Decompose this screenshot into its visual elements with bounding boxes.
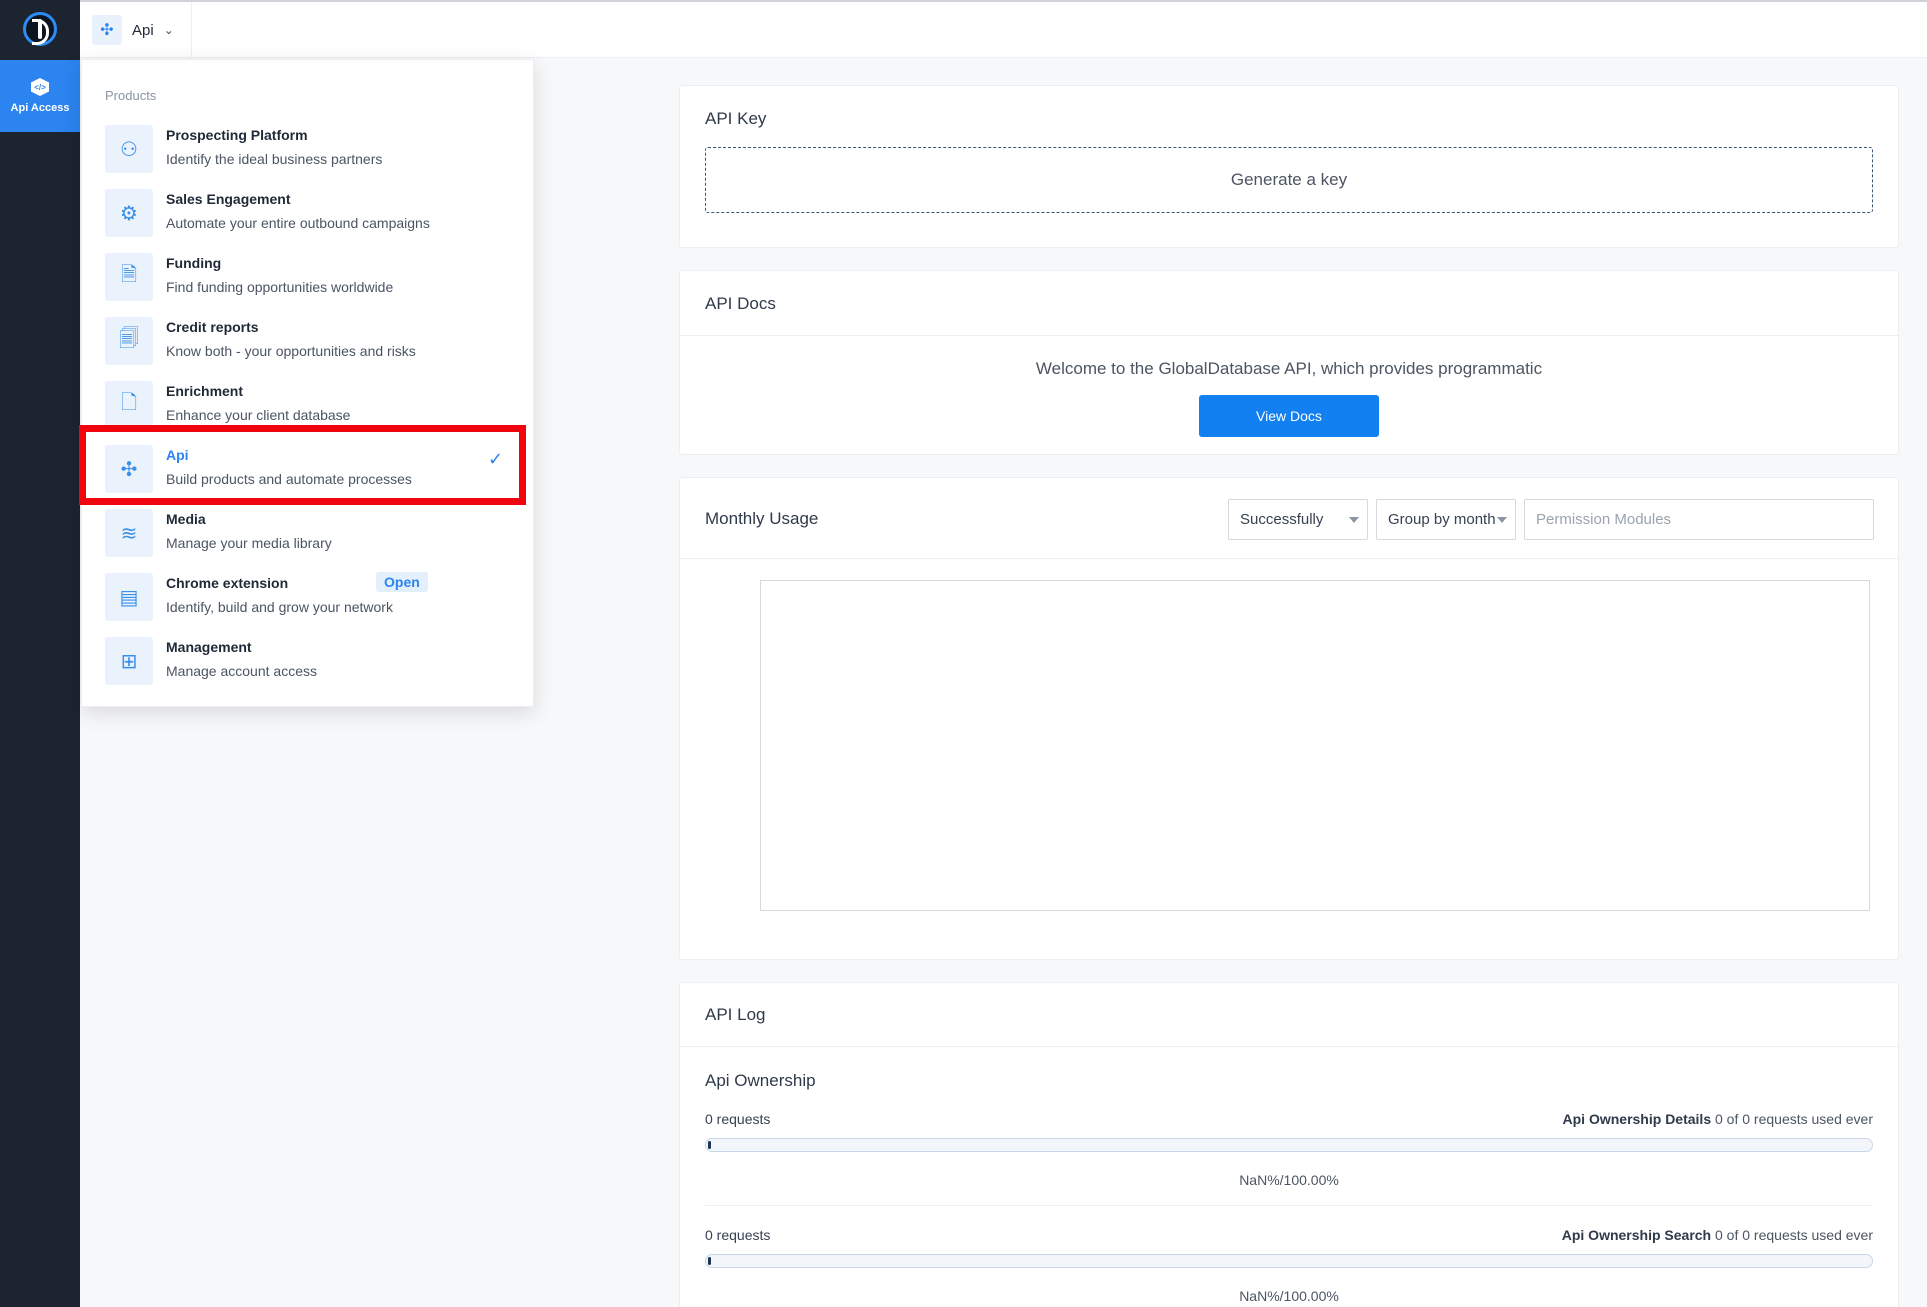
usage-progress-bar [705, 1138, 1873, 1152]
group-by-select[interactable]: Group by month [1376, 499, 1516, 540]
endpoint-name: Api Ownership Details [1562, 1111, 1712, 1127]
status-select-value: Successfully [1240, 511, 1324, 528]
caret-down-icon [1349, 517, 1359, 523]
enrichment-icon: 🗋 [105, 381, 153, 429]
usage-text: 0 of 0 requests used ever [1715, 1111, 1873, 1127]
api-ownership-title: Api Ownership [705, 1071, 816, 1090]
sidebar-item-label: Api Access [10, 102, 70, 114]
product-subtitle: Automate your entire outbound campaigns [166, 215, 430, 231]
product-subtitle: Manage account access [166, 663, 317, 679]
product-title: Management [166, 639, 252, 655]
api-key-title: API Key [705, 109, 767, 128]
chrome-extension-icon: ▤ [105, 573, 153, 621]
product-title: Funding [166, 255, 222, 271]
monthly-usage-card: Monthly Usage Successfully Group by mont… [679, 477, 1899, 960]
api-docs-welcome-text: Welcome to the GlobalDatabase API, which… [1035, 359, 1543, 378]
code-hex-icon: </> [31, 78, 49, 96]
usage-text: 0 of 0 requests used ever [1715, 1227, 1873, 1243]
product-item-funding[interactable]: 🗎 Funding Find funding opportunities wor… [105, 251, 515, 301]
app-logo[interactable] [0, 0, 80, 58]
product-item-prospecting[interactable]: ⚇ Prospecting Platform Identify the idea… [105, 123, 515, 173]
api-key-card: API Key Generate a key [679, 85, 1899, 248]
highlight-box [79, 425, 526, 505]
divider [680, 558, 1898, 559]
usage-percent: NaN%/100.00% [1239, 1288, 1339, 1304]
product-subtitle: Know both - your opportunities and risks [166, 343, 416, 359]
api-docs-card: API Docs Welcome to the GlobalDatabase A… [679, 270, 1899, 455]
open-badge[interactable]: Open [376, 572, 428, 592]
usage-progress-bar [705, 1254, 1873, 1268]
product-item-enrichment[interactable]: 🗋 Enrichment Enhance your client databas… [105, 379, 515, 429]
divider [680, 1046, 1898, 1047]
caret-down-icon [1497, 517, 1507, 523]
group-by-select-value: Group by month [1388, 511, 1496, 528]
api-log-title: API Log [705, 1005, 766, 1024]
product-item-media[interactable]: ≋ Media Manage your media library [105, 507, 515, 557]
requests-count: 0 requests [705, 1227, 771, 1243]
products-dropdown: Products ⚇ Prospecting Platform Identify… [81, 59, 534, 707]
product-item-credit-reports[interactable]: 🗐 Credit reports Know both - your opport… [105, 315, 515, 365]
product-switcher[interactable]: ✣ Api ⌄ [80, 2, 192, 58]
usage-percent: NaN%/100.00% [1239, 1172, 1339, 1188]
generate-key-button[interactable]: Generate a key [705, 147, 1873, 213]
product-switcher-label: Api [132, 21, 154, 39]
product-subtitle: Identify the ideal business partners [166, 151, 383, 167]
divider [680, 335, 1898, 336]
product-title: Prospecting Platform [166, 127, 308, 143]
view-docs-button[interactable]: View Docs [1199, 395, 1379, 437]
product-item-management[interactable]: ⊞ Management Manage account access [105, 635, 515, 685]
product-item-sales-engagement[interactable]: ⚙ Sales Engagement Automate your entire … [105, 187, 515, 237]
monthly-usage-title: Monthly Usage [705, 509, 819, 528]
product-title: Chrome extension [166, 575, 289, 591]
dropdown-heading: Products [105, 88, 157, 103]
status-select[interactable]: Successfully [1228, 499, 1368, 540]
prospecting-icon: ⚇ [105, 125, 153, 173]
logo-icon [23, 12, 57, 46]
product-subtitle: Manage your media library [166, 535, 332, 551]
api-docs-title: API Docs [705, 294, 776, 313]
top-bar: ✣ Api ⌄ [80, 0, 1927, 58]
media-layers-icon: ≋ [105, 509, 153, 557]
product-title: Sales Engagement [166, 191, 291, 207]
product-item-chrome-extension[interactable]: ▤ Chrome extension Open Identify, build … [105, 571, 515, 621]
permission-modules-select[interactable]: Permission Modules [1524, 499, 1874, 540]
usage-summary: Api Ownership Search 0 of 0 requests use… [1562, 1227, 1873, 1243]
product-title: Credit reports [166, 319, 259, 335]
management-grid-icon: ⊞ [105, 637, 153, 685]
sales-engagement-icon: ⚙ [105, 189, 153, 237]
product-title: Enrichment [166, 383, 244, 399]
endpoint-name: Api Ownership Search [1561, 1227, 1712, 1243]
credit-report-icon: 🗐 [105, 317, 153, 365]
api-log-card: API Log Api Ownership 0 requests Api Own… [679, 982, 1899, 1307]
divider [705, 1205, 1873, 1206]
product-subtitle: Enhance your client database [166, 407, 351, 423]
chevron-down-icon: ⌄ [163, 23, 174, 37]
usage-summary: Api Ownership Details 0 of 0 requests us… [1563, 1111, 1873, 1127]
product-title: Media [166, 511, 206, 527]
requests-count: 0 requests [705, 1111, 771, 1127]
product-subtitle: Identify, build and grow your network [166, 599, 393, 615]
usage-chart-area [760, 580, 1870, 911]
left-sidebar: </> Api Access [0, 0, 80, 1307]
api-icon: ✣ [92, 15, 122, 45]
permission-modules-placeholder: Permission Modules [1536, 511, 1672, 528]
sidebar-item-api-access[interactable]: </> Api Access [0, 60, 80, 132]
product-subtitle: Find funding opportunities worldwide [166, 279, 394, 295]
funding-icon: 🗎 [105, 253, 153, 301]
